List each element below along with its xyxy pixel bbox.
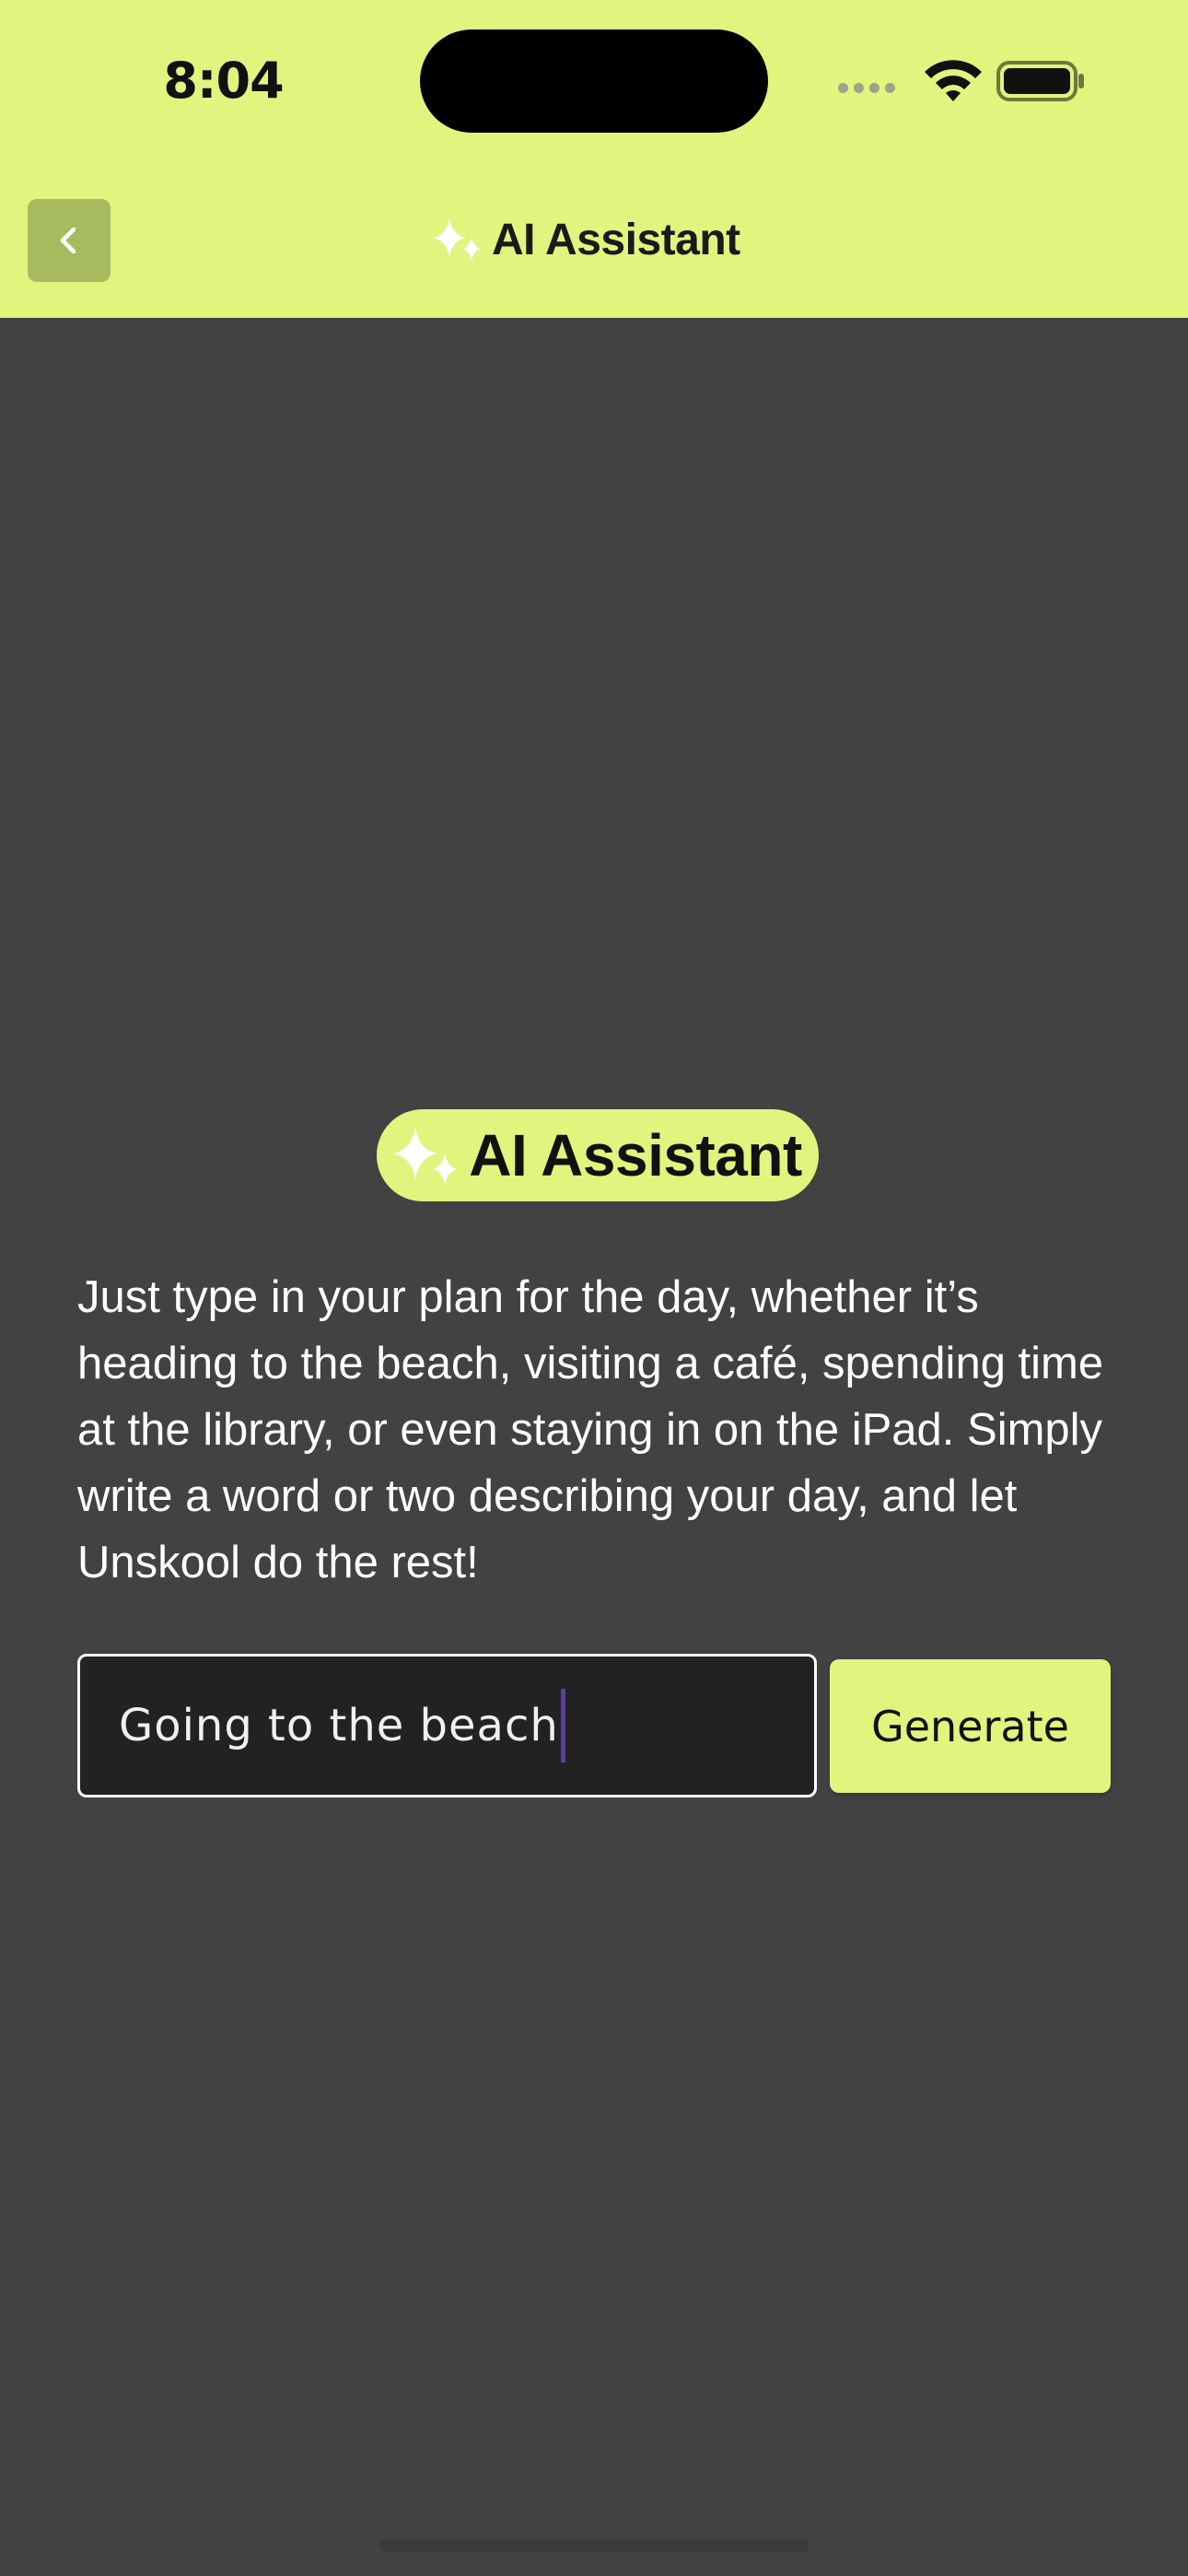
plan-input[interactable]: Going to the beach xyxy=(77,1654,817,1797)
back-button[interactable] xyxy=(28,199,111,282)
ai-assistant-badge: AI Assistant xyxy=(377,1109,819,1201)
instructions-text: Just type in your plan for the day, whet… xyxy=(77,1272,1104,1587)
status-icons xyxy=(838,55,1087,111)
generate-button[interactable]: Generate xyxy=(830,1659,1111,1793)
header-title: AI Assistant xyxy=(433,206,740,273)
app-header: 8:04 AI Assistant xyxy=(0,0,1188,318)
badge-label: AI Assistant xyxy=(469,1122,802,1188)
header-title-text: AI Assistant xyxy=(492,215,740,264)
sparkles-icon xyxy=(433,218,481,261)
signal-dots-icon xyxy=(838,83,895,93)
text-caret xyxy=(560,1689,565,1762)
dynamic-island xyxy=(420,29,768,133)
status-time: 8:04 xyxy=(163,52,284,110)
home-indicator xyxy=(379,2539,809,2552)
chevron-left-icon xyxy=(60,227,76,254)
battery-icon xyxy=(996,61,1084,101)
wifi-icon xyxy=(925,60,982,101)
plan-input-value: Going to the beach xyxy=(119,1700,559,1751)
sparkles-icon xyxy=(393,1128,458,1185)
